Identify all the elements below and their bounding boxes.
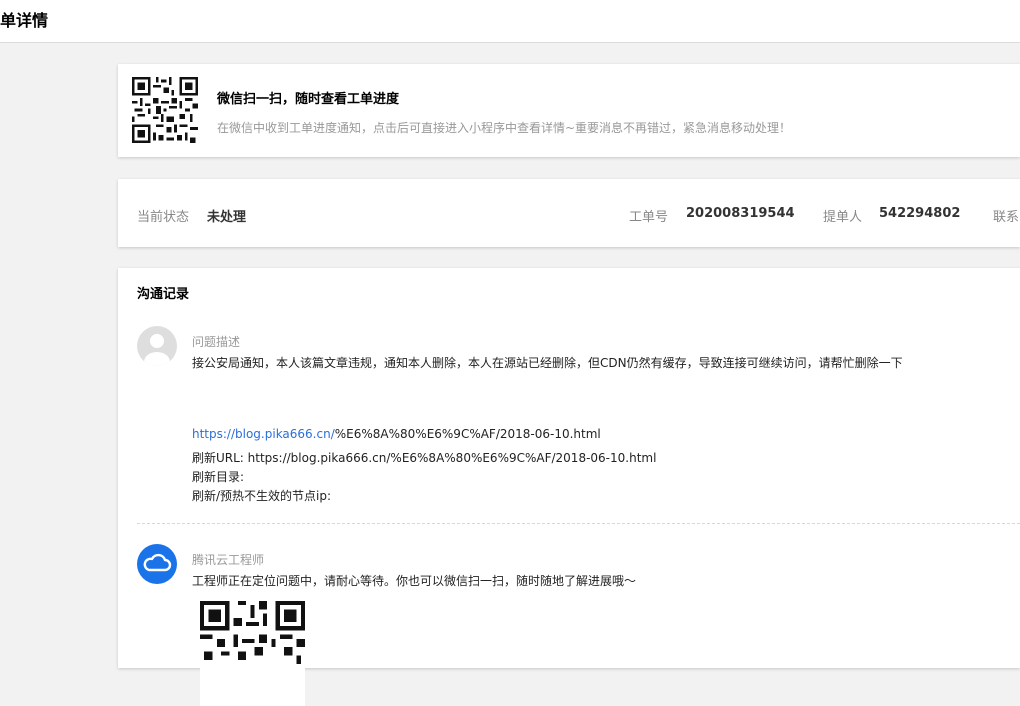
status-label: 当前状态 <box>137 210 190 225</box>
record-text: 接公安局通知，本人该篇文章违规，通知本人删除，本人在源站已经删除，但CDN仍然有… <box>192 356 903 370</box>
submitter-value: 542294802 <box>879 206 961 221</box>
qr-banner-card: 微信扫一扫，随时查看工单进度 在微信中收到工单进度通知，点击后可直接进入小程序中… <box>118 64 1020 157</box>
refresh-url-text: 刷新URL: https://blog.pika666.cn/%E6%8A%80… <box>192 451 657 465</box>
refresh-dir-text: 刷新目录: <box>192 470 245 484</box>
blog-link[interactable]: https://blog.pika666.cn/ <box>192 427 335 441</box>
qr-banner-title: 微信扫一扫，随时查看工单进度 <box>217 92 400 107</box>
contact-label: 联系 <box>993 210 1020 225</box>
page-header: 单详情 <box>0 0 1020 43</box>
tencent-cloud-icon <box>137 544 177 584</box>
qr-banner-description: 在微信中收到工单进度通知，点击后可直接进入小程序中查看详情~重要消息不再错过，紧… <box>217 121 792 135</box>
status-value: 未处理 <box>207 210 247 225</box>
communication-record-card: 沟通记录 问题描述 接公安局通知，本人该篇文章违规，通知本人删除，本人在源站已经… <box>118 268 1020 706</box>
user-avatar-icon <box>137 326 177 366</box>
qr-code-icon <box>200 601 305 706</box>
ticket-number-value: 202008319544 <box>686 206 795 221</box>
record-author: 问题描述 <box>192 335 241 349</box>
ticket-number-label: 工单号 <box>629 210 669 225</box>
refresh-ip-text: 刷新/预热不生效的节点ip: <box>192 489 332 503</box>
submitter-label: 提单人 <box>823 210 863 225</box>
record-text: 工程师正在定位问题中，请耐心等待。你也可以微信扫一扫，随时随地了解进展哦～ <box>192 574 637 588</box>
record-link-line: https://blog.pika666.cn/%E6%8A%80%E6%9C%… <box>192 427 601 441</box>
page-title: 单详情 <box>0 11 49 30</box>
qr-code-icon <box>132 77 198 143</box>
record-author: 腾讯云工程师 <box>192 553 265 567</box>
divider <box>137 523 1020 524</box>
section-title: 沟通记录 <box>137 287 190 302</box>
link-path: %E6%8A%80%E6%9C%AF/2018-06-10.html <box>334 427 601 441</box>
ticket-status-card: 当前状态 未处理 工单号 202008319544 提单人 542294802 … <box>118 179 1020 247</box>
